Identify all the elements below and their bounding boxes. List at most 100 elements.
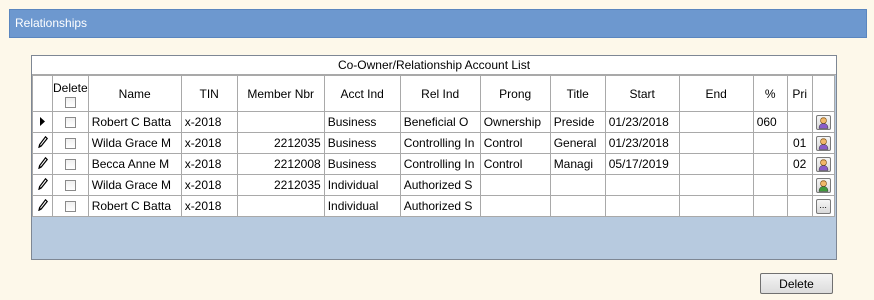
table-row[interactable]: Robert C Batta x-2018 Individual Authorized… <box>32 195 835 217</box>
delete-all-checkbox[interactable] <box>64 96 76 108</box>
cell-prong[interactable]: Control <box>479 132 551 154</box>
cell-name[interactable]: Becca Anne M <box>87 153 182 175</box>
start-header[interactable]: Start <box>604 75 680 112</box>
window-title-bar: Relationships <box>9 9 867 38</box>
cell-tin[interactable]: x-2018 <box>180 174 238 196</box>
cell-tin[interactable]: x-2018 <box>180 153 238 175</box>
cell-member-nbr[interactable]: 2212035 <box>236 174 325 196</box>
row-ellipsis-button[interactable]: ... <box>815 198 831 214</box>
delete-cell <box>52 111 89 133</box>
cell-pct[interactable] <box>752 195 788 217</box>
cell-name[interactable]: Robert C Batta <box>87 111 182 133</box>
row-delete-checkbox[interactable] <box>64 201 76 213</box>
rel-ind-header[interactable]: Rel Ind <box>399 75 481 112</box>
delete-cell <box>52 174 89 196</box>
cell-pct[interactable] <box>752 132 788 154</box>
cell-pri[interactable]: 01 <box>786 132 813 154</box>
selector-header <box>32 75 53 112</box>
cell-acct-ind[interactable]: Business <box>323 111 401 133</box>
row-selector[interactable] <box>32 153 53 175</box>
cell-member-nbr[interactable] <box>236 111 325 133</box>
row-person-button[interactable] <box>815 114 831 130</box>
cell-title[interactable] <box>549 174 606 196</box>
cell-member-nbr[interactable] <box>236 195 325 217</box>
table-row[interactable]: Wilda Grace Mx-2018 2212035 Individual Auth… <box>32 174 835 196</box>
cell-start[interactable] <box>604 174 680 196</box>
delete-header-label: Delete <box>53 80 88 95</box>
cell-title[interactable]: Managi <box>549 153 606 175</box>
row-person-button[interactable] <box>815 177 831 193</box>
cell-start[interactable] <box>604 195 680 217</box>
cell-prong[interactable]: Ownership <box>479 111 551 133</box>
cell-pct[interactable]: 060 <box>752 111 788 133</box>
cell-end[interactable] <box>678 174 754 196</box>
cell-name[interactable]: Wilda Grace M <box>87 132 182 154</box>
row-delete-checkbox[interactable] <box>64 159 76 171</box>
edit-pencil-icon <box>37 156 48 171</box>
title-header[interactable]: Title <box>549 75 606 112</box>
row-selector[interactable] <box>32 174 53 196</box>
delete-button[interactable]: Delete <box>760 273 833 294</box>
cell-pri[interactable] <box>786 195 813 217</box>
member-nbr-header[interactable]: Member Nbr <box>236 75 325 112</box>
pri-header[interactable]: Pri <box>786 75 813 112</box>
row-action-cell: ... <box>811 195 835 217</box>
cell-name[interactable]: Wilda Grace M <box>87 174 182 196</box>
cell-end[interactable] <box>678 111 754 133</box>
cell-tin[interactable]: x-2018 <box>180 132 238 154</box>
cell-member-nbr[interactable]: 2212035 <box>236 132 325 154</box>
end-header[interactable]: End <box>678 75 754 112</box>
cell-rel-ind[interactable]: Authorized S <box>399 174 481 196</box>
name-header[interactable]: Name <box>87 75 182 112</box>
cell-rel-ind[interactable]: Controlling In <box>399 132 481 154</box>
cell-tin[interactable]: x-2018 <box>180 195 238 217</box>
acct-ind-header[interactable]: Acct Ind <box>323 75 401 112</box>
cell-acct-ind[interactable]: Business <box>323 132 401 154</box>
cell-member-nbr[interactable]: 2212008 <box>236 153 325 175</box>
table-row[interactable]: Wilda Grace Mx-2018 2212035 Business Contro… <box>32 132 835 154</box>
cell-pct[interactable] <box>752 153 788 175</box>
row-selector[interactable] <box>32 195 53 217</box>
cell-prong[interactable] <box>479 195 551 217</box>
row-selector[interactable] <box>32 132 53 154</box>
cell-pri[interactable] <box>786 174 813 196</box>
cell-prong[interactable]: Control <box>479 153 551 175</box>
cell-pct[interactable] <box>752 174 788 196</box>
table-row[interactable]: Robert C Batta x-2018 Business Beneficial O… <box>32 111 835 133</box>
cell-rel-ind[interactable]: Authorized S <box>399 195 481 217</box>
cell-tin[interactable]: x-2018 <box>180 111 238 133</box>
row-delete-checkbox[interactable] <box>64 180 76 192</box>
row-person-button[interactable] <box>815 156 831 172</box>
table-row[interactable]: Becca Anne Mx-2018 2212008 Business Control… <box>32 153 835 175</box>
cell-prong[interactable] <box>479 174 551 196</box>
cell-title[interactable]: General <box>549 132 606 154</box>
cell-pri[interactable]: 02 <box>786 153 813 175</box>
delete-cell <box>52 132 89 154</box>
cell-rel-ind[interactable]: Beneficial O <box>399 111 481 133</box>
row-action-cell <box>811 174 835 196</box>
cell-end[interactable] <box>678 132 754 154</box>
cell-start[interactable]: 01/23/2018 <box>604 111 680 133</box>
row-delete-checkbox[interactable] <box>64 117 76 129</box>
cell-title[interactable] <box>549 195 606 217</box>
cell-start[interactable]: 05/17/2019 <box>604 153 680 175</box>
cell-acct-ind[interactable]: Individual <box>323 195 401 217</box>
prong-header[interactable]: Prong <box>479 75 551 112</box>
cell-name[interactable]: Robert C Batta <box>87 195 182 217</box>
row-delete-checkbox[interactable] <box>64 138 76 150</box>
cell-end[interactable] <box>678 153 754 175</box>
cell-pri[interactable] <box>786 111 813 133</box>
cell-acct-ind[interactable]: Business <box>323 153 401 175</box>
pct-header[interactable]: % <box>752 75 788 112</box>
window-title: Relationships <box>15 16 88 30</box>
cell-acct-ind[interactable]: Individual <box>323 174 401 196</box>
cell-end[interactable] <box>678 195 754 217</box>
grid-caption: Co-Owner/Relationship Account List <box>32 56 836 75</box>
tin-header[interactable]: TIN <box>180 75 238 112</box>
cell-start[interactable]: 01/23/2018 <box>604 132 680 154</box>
row-action-cell <box>811 153 835 175</box>
cell-rel-ind[interactable]: Controlling In <box>399 153 481 175</box>
row-person-button[interactable] <box>815 135 831 151</box>
cell-title[interactable]: Preside <box>549 111 606 133</box>
row-selector[interactable] <box>32 111 53 133</box>
